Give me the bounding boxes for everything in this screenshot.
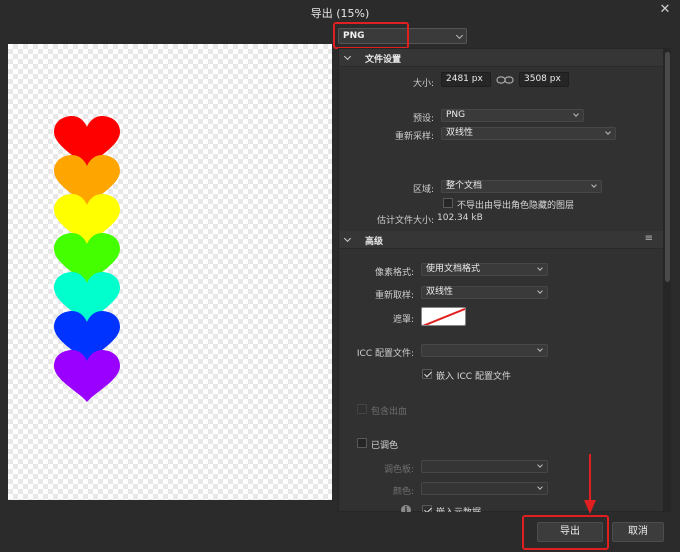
matte-label: 遮罩: <box>392 315 414 325</box>
resample-dropdown[interactable]: 双线性 <box>441 127 616 140</box>
height-input[interactable]: 3508 px <box>519 72 569 87</box>
preset-dropdown[interactable]: PNG <box>441 109 584 122</box>
chevron-down-icon <box>455 31 464 40</box>
section-title: 高级 <box>365 237 384 247</box>
hearts-image <box>54 116 120 402</box>
section-file-settings[interactable]: 文件设置 <box>339 49 663 67</box>
preset-value: PNG <box>446 110 466 120</box>
size-label: 大小: <box>412 79 434 89</box>
window-title: 导出 (15%) <box>310 7 370 20</box>
palettised-label: 已调色 <box>371 441 399 451</box>
matte-color-swatch[interactable] <box>421 307 466 326</box>
menu-icon[interactable]: ≡ <box>645 233 653 244</box>
adv-resample-label: 重新取样: <box>374 291 414 301</box>
scrollbar-thumb[interactable] <box>665 52 670 282</box>
include-bleed-label: 包含出血 <box>371 407 408 417</box>
embed-icc-checkbox[interactable] <box>422 369 432 379</box>
chevron-down-icon <box>537 265 543 271</box>
palette-dropdown[interactable] <box>421 460 548 473</box>
area-label: 区域: <box>412 185 434 195</box>
section-title: 文件设置 <box>365 55 402 65</box>
chevron-down-icon <box>537 346 543 352</box>
chevron-down-icon <box>537 462 543 468</box>
area-dropdown[interactable]: 整个文档 <box>441 180 602 193</box>
embed-icc-label: 嵌入 ICC 配置文件 <box>436 372 511 382</box>
icc-dropdown[interactable] <box>421 344 548 357</box>
adv-resample-value: 双线性 <box>426 287 454 297</box>
link-icon[interactable] <box>496 75 514 85</box>
pixel-format-dropdown[interactable]: 使用文档格式 <box>421 263 548 276</box>
chevron-down-icon <box>605 129 611 135</box>
chevron-down-icon <box>591 182 597 188</box>
highlight-box-format <box>333 22 409 49</box>
close-icon[interactable]: ✕ <box>658 3 672 17</box>
estimate-label: 估计文件大小: <box>376 216 434 226</box>
colors-dropdown[interactable] <box>421 482 548 495</box>
pixel-format-value: 使用文档格式 <box>426 264 481 274</box>
include-bleed-checkbox[interactable] <box>357 404 367 414</box>
preset-label: 预设: <box>412 114 434 124</box>
chevron-down-icon <box>343 234 352 243</box>
adv-resample-dropdown[interactable]: 双线性 <box>421 286 548 299</box>
chevron-down-icon <box>537 484 543 490</box>
arrow-down-icon <box>584 454 596 514</box>
hidden-layers-label: 不导出由导出角色隐藏的图层 <box>457 201 575 211</box>
pixel-format-label: 像素格式: <box>374 268 414 278</box>
chevron-down-icon <box>343 52 352 61</box>
estimate-value: 102.34 kB <box>437 213 483 223</box>
palettised-checkbox[interactable] <box>357 438 367 448</box>
icc-label: ICC 配置文件: <box>356 349 414 359</box>
chevron-down-icon <box>573 111 579 117</box>
area-value: 整个文档 <box>446 181 483 191</box>
palette-label: 调色板: <box>383 465 414 475</box>
section-advanced[interactable]: 高级 ≡ <box>339 231 663 249</box>
export-preview <box>8 44 332 500</box>
scrollbar[interactable] <box>664 48 671 512</box>
cancel-button[interactable]: 取消 <box>612 522 664 542</box>
chevron-down-icon <box>537 288 543 294</box>
colors-label: 颜色: <box>392 487 414 497</box>
title-bar: 导出 (15%) ✕ <box>0 0 680 24</box>
highlight-box-export <box>522 515 609 550</box>
hidden-layers-checkbox[interactable] <box>443 198 453 208</box>
width-input[interactable]: 2481 px <box>441 72 491 87</box>
resample-label: 重新采样: <box>394 132 434 142</box>
resample-value: 双线性 <box>446 128 474 138</box>
